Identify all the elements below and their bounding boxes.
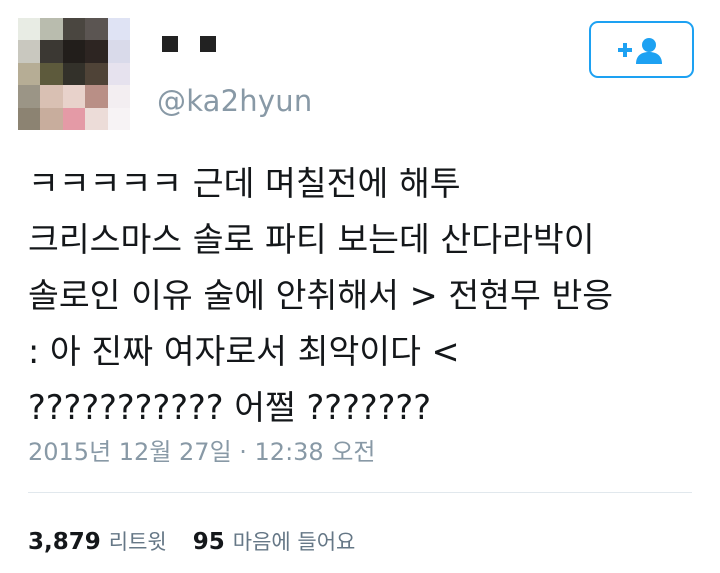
- follow-user-icon: [617, 37, 662, 64]
- divider: [28, 492, 692, 493]
- retweets-count: 3,879: [28, 529, 101, 555]
- likes-count: 95: [192, 529, 225, 555]
- follow-button[interactable]: [589, 21, 694, 78]
- display-name-redacted: [162, 36, 216, 52]
- tweet-text: ㅋㅋㅋㅋㅋ 근데 며칠전에 해투 크리스마스 솔로 파티 보는데 산다라박이 솔…: [28, 164, 614, 427]
- retweets-label: 리트윗: [108, 530, 167, 554]
- tweet-stats: 3,879 리트윗 95 마음에 들어요: [28, 526, 355, 556]
- user-handle[interactable]: @ka2hyun: [157, 84, 312, 118]
- tweet-timestamp[interactable]: 2015년 12월 27일 · 12:38 오전: [28, 432, 376, 467]
- likes-stat[interactable]: 95 마음에 들어요: [193, 526, 356, 556]
- redaction-block: [200, 36, 216, 52]
- redaction-block: [162, 36, 178, 52]
- likes-label: 마음에 들어요: [232, 530, 356, 554]
- retweets-stat[interactable]: 3,879 리트윗: [28, 526, 167, 556]
- avatar[interactable]: [18, 18, 130, 130]
